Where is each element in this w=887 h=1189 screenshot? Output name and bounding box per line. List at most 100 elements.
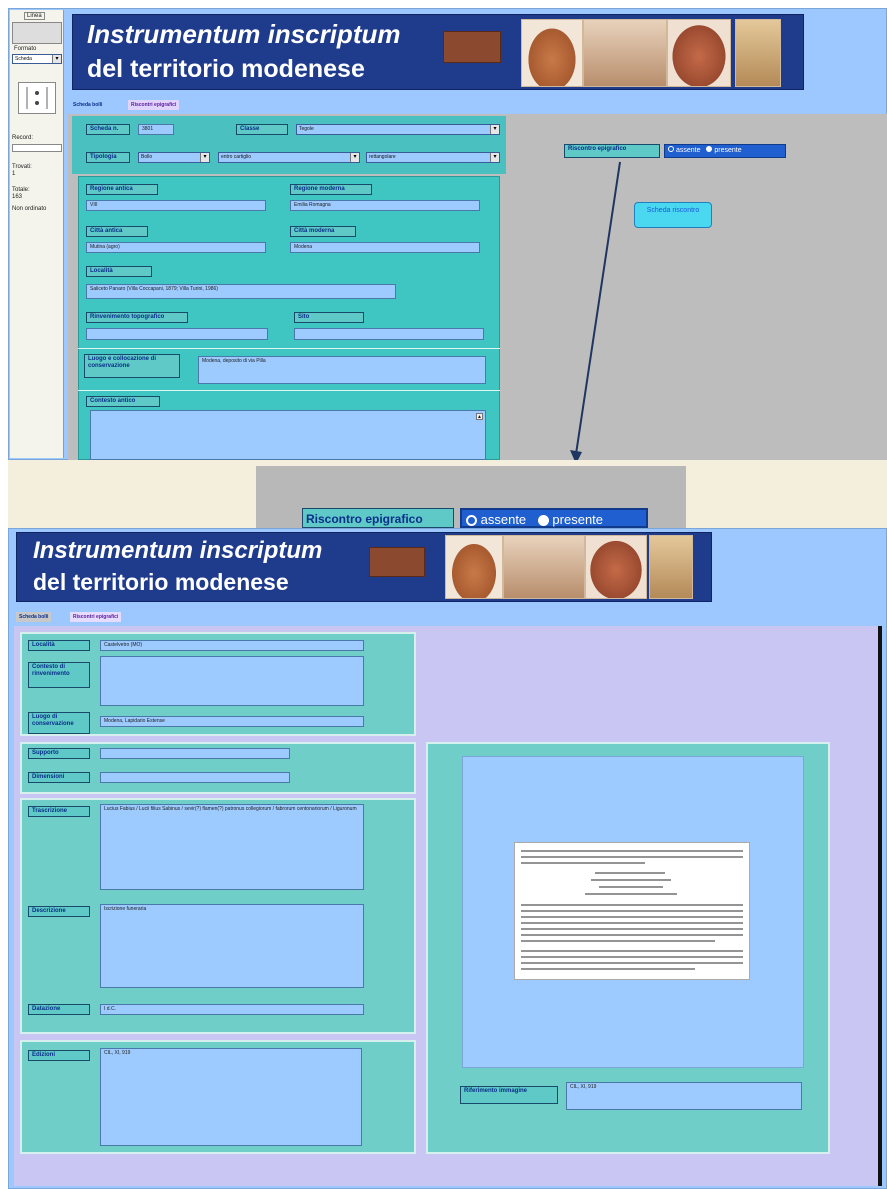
chevron-down-icon: ▾ [490, 153, 499, 162]
radio-present-icon[interactable] [706, 146, 713, 152]
brick-stamp-image [443, 31, 501, 63]
b-supporto-label: Supporto [28, 748, 90, 759]
zoom-radio-absent-label: assente [480, 512, 527, 527]
tipologia-value-3: rettangolare [369, 154, 396, 160]
bowl-photo [585, 535, 647, 599]
stone-photo [735, 19, 781, 87]
top-banner-title-line2: del territorio modenese [87, 55, 365, 83]
lamp-photo [521, 19, 583, 87]
radio-absent-icon[interactable] [668, 146, 674, 152]
toolbar-icons[interactable] [12, 22, 62, 44]
b-datazione-value[interactable]: I d.C. [100, 1004, 364, 1015]
divider-line [78, 348, 500, 349]
bottom-banner: Instrumentum inscriptum del territorio m… [16, 532, 712, 602]
regione-antica-value[interactable]: VIII [86, 200, 266, 211]
bowl-photo [667, 19, 731, 87]
divider-line [78, 390, 500, 391]
b-luogo-value[interactable]: Modena, Lapidario Estense [100, 716, 364, 727]
lamp-photo [445, 535, 503, 599]
localita-value[interactable]: Saliceto Panaro (Villa Coccapani, 1879; … [86, 284, 396, 299]
records-input[interactable] [12, 144, 62, 152]
b-trascrizione-value[interactable]: Lucius Fabius / Lucii filius Sabinus / s… [100, 804, 364, 890]
radio-absent-label: assente [675, 147, 701, 154]
citta-moderna-label: Città moderna [290, 226, 356, 237]
screenshot-root: Linea Formato Scheda ▾ Record: Trovati: … [0, 0, 887, 1189]
tile-photo [583, 19, 667, 87]
tipologia-label: Tipologia [86, 152, 130, 163]
riscontro-label: Riscontro epigrafico [564, 144, 660, 158]
zoom-radio-group: assente presente [460, 508, 648, 528]
classe-label: Classe [236, 124, 288, 135]
b-contesto-value[interactable] [100, 656, 364, 706]
bottom-tab-scheda-bolli[interactable]: Scheda bolli [16, 612, 52, 622]
scheda-riscontro-label: Scheda riscontro [646, 207, 700, 214]
tipologia-dropdown-2[interactable]: entro cartiglio ▾ [218, 152, 360, 163]
classe-dropdown[interactable]: Tegole ▾ [296, 124, 500, 135]
b-localita-value[interactable]: Castelvetro (MO) [100, 640, 364, 651]
record-nav-icon[interactable] [18, 82, 56, 114]
scheda-value[interactable]: 3801 [138, 124, 174, 135]
bottom-banner-title-line2: del territorio modenese [33, 569, 289, 595]
rinvenimento-value[interactable] [86, 328, 268, 340]
b-luogo-label: Luogo di conservazione [28, 712, 90, 734]
sito-value[interactable] [294, 328, 484, 340]
b-bibliografia-value[interactable]: CIL, XI, 919 [566, 1082, 802, 1110]
tipologia-value-2: entro cartiglio [221, 154, 252, 160]
connector-arrow [570, 161, 621, 464]
tipologia-dropdown-3[interactable]: rettangolare ▾ [366, 152, 500, 163]
total-value: 163 [12, 194, 23, 200]
record-nav-svg [26, 87, 48, 109]
top-sidebar: Linea Formato Scheda ▾ Record: Trovati: … [10, 10, 64, 458]
luogo-label: Luogo e collocazione di conservazione [84, 354, 180, 378]
citta-antica-label: Città antica [86, 226, 148, 237]
zoom-radio-present-label: presente [552, 512, 604, 527]
format-dropdown[interactable]: Scheda ▾ [12, 54, 62, 64]
b-supporto-value[interactable] [100, 748, 290, 759]
regione-moderna-label: Regione moderna [290, 184, 372, 195]
b-descrizione-value[interactable]: Iscrizione funeraria [100, 904, 364, 988]
scheda-label: Scheda n. [86, 124, 130, 135]
scheda-riscontro-button[interactable]: Scheda riscontro [634, 202, 712, 228]
contesto-label: Contesto antico [86, 396, 160, 407]
b-trascrizione-label: Trascrizione [28, 806, 90, 817]
zoom-radio-absent-icon[interactable] [466, 515, 477, 527]
tipologia-dropdown-1[interactable]: Bollo ▾ [138, 152, 210, 163]
brick-stamp-image [369, 547, 425, 577]
localita-label: Località [86, 266, 152, 277]
citta-antica-value[interactable]: Mutina (agro) [86, 242, 266, 253]
chevron-down-icon: ▾ [490, 125, 499, 134]
top-banner: Instrumentum inscriptum del territorio m… [72, 14, 804, 90]
zoom-radio-present-icon[interactable] [537, 515, 549, 527]
not-filtered-label: Non ordinato [12, 206, 47, 212]
regione-antica-label: Regione antica [86, 184, 158, 195]
regione-moderna-value[interactable]: Emilia Romagna [290, 200, 480, 211]
radio-present-label: presente [714, 147, 742, 154]
bottom-tab-riscontri-epigrafici[interactable]: Riscontri epigrafici [70, 612, 122, 622]
b-edizioni-label: Edizioni [28, 1050, 90, 1061]
chevron-down-icon: ▾ [200, 153, 209, 162]
citta-moderna-value[interactable]: Modena [290, 242, 480, 253]
b-contesto-label: Contesto di rinvenimento [28, 662, 90, 688]
sito-label: Sito [294, 312, 364, 323]
b-descrizione-label: Descrizione [28, 906, 90, 917]
rinvenimento-label: Rinvenimento topografico [86, 312, 188, 323]
classe-value: Tegole [299, 126, 314, 132]
luogo-value[interactable]: Modena, deposito di via Pilla [198, 356, 486, 384]
tab-riscontri-epigrafici[interactable]: Riscontri epigrafici [128, 100, 180, 110]
zoom-riscontro-label: Riscontro epigrafico [302, 508, 454, 528]
line-label: Linea [24, 12, 45, 20]
top-banner-title-line1: Instrumentum inscriptum [87, 19, 401, 49]
found-value: 1 [12, 171, 16, 177]
contesto-value[interactable]: ▲ [90, 410, 486, 460]
b-datazione-label: Datazione [28, 1004, 90, 1015]
bottom-banner-title-line1: Instrumentum inscriptum [33, 537, 323, 564]
chevron-down-icon: ▾ [350, 153, 359, 162]
found-label: Trovati: [12, 164, 32, 170]
total-label: Totale: [12, 187, 30, 193]
b-dimensioni-value[interactable] [100, 772, 290, 783]
b-edizioni-value[interactable]: CIL, XI, 919 [100, 1048, 362, 1146]
stone-photo [649, 535, 693, 599]
tab-scheda-bolli[interactable]: Scheda bolli [70, 100, 105, 110]
b-bibliografia-label: Riferimento immagine [460, 1086, 558, 1104]
scroll-up-icon[interactable]: ▲ [476, 413, 483, 420]
